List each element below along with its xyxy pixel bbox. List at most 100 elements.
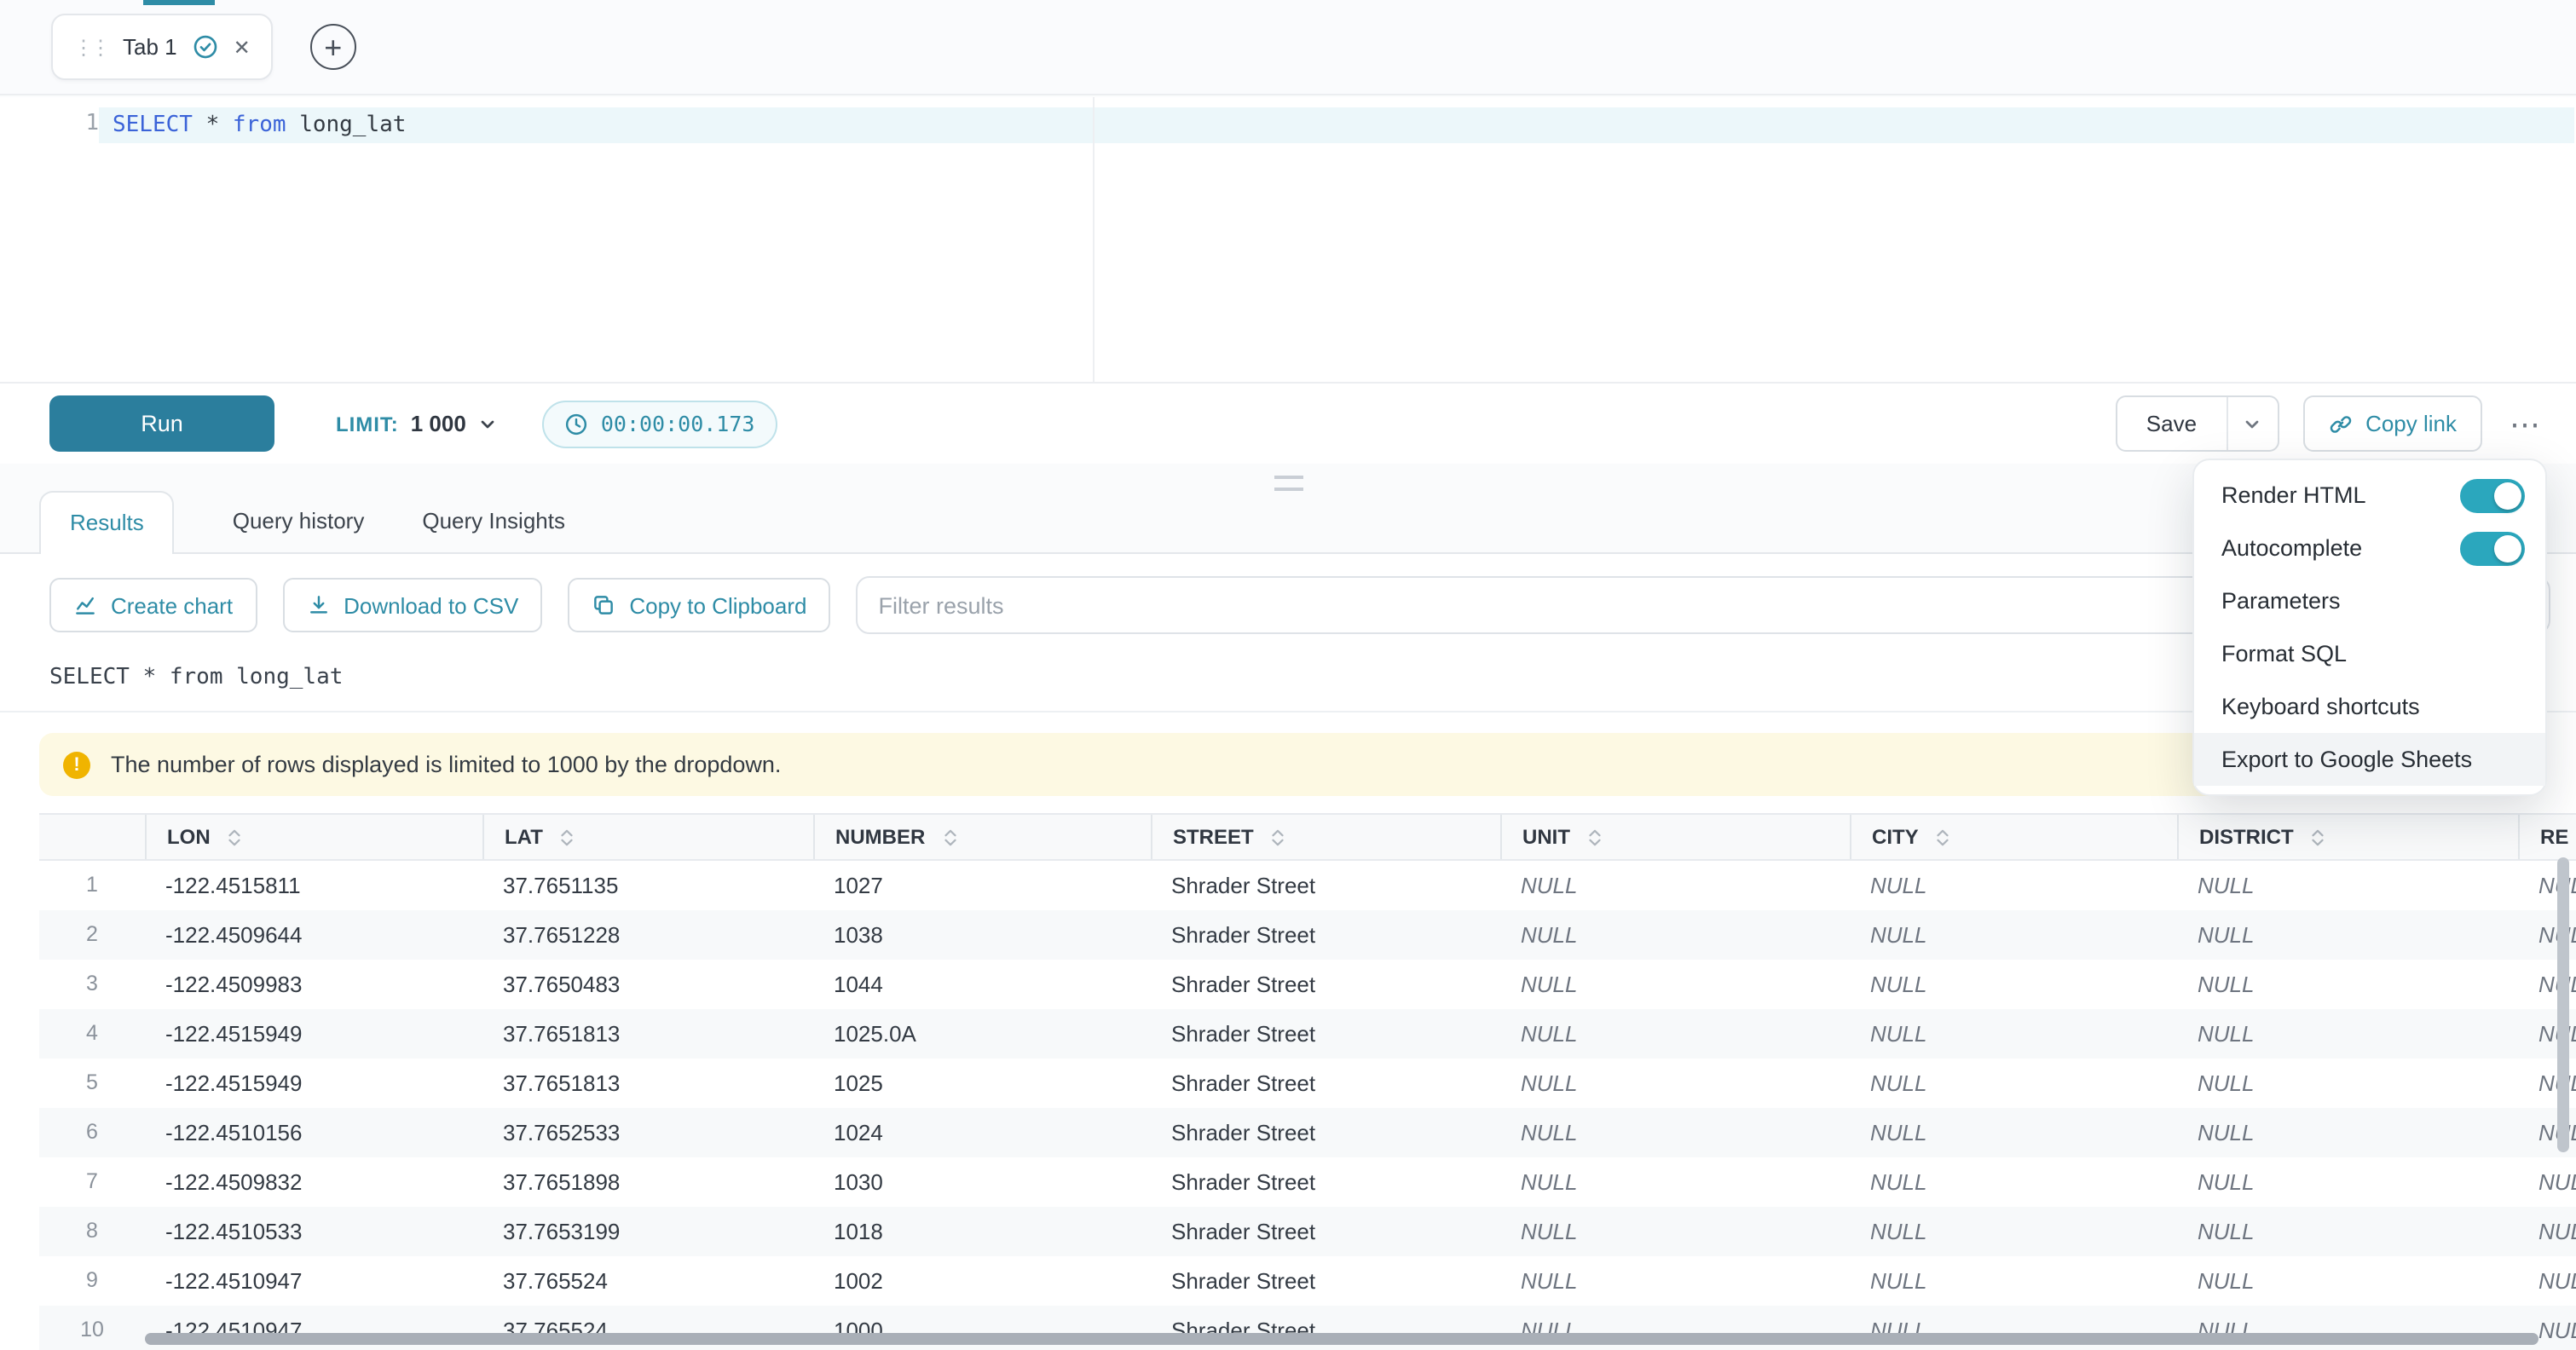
menu-item[interactable]: Keyboard shortcuts [2194, 680, 2545, 733]
table-cell[interactable]: Shrader Street [1151, 1256, 1500, 1306]
copy-link-button[interactable]: Copy link [2302, 395, 2482, 452]
table-cell[interactable]: 1025 [813, 1059, 1151, 1108]
table-cell[interactable]: NULL [1500, 1108, 1850, 1157]
table-cell[interactable]: NULL [1850, 910, 2177, 960]
menu-item[interactable]: Autocomplete [2194, 522, 2545, 574]
table-cell[interactable]: 37.7652533 [482, 1108, 813, 1157]
column-header-district[interactable]: DISTRICT [2177, 815, 2518, 859]
table-cell[interactable]: Shrader Street [1151, 910, 1500, 960]
column-header-city[interactable]: CITY [1850, 815, 2177, 859]
table-row[interactable]: 8-122.451053337.76531991018Shrader Stree… [39, 1207, 2576, 1256]
table-cell[interactable]: 1024 [813, 1108, 1151, 1157]
vertical-scrollbar[interactable] [2557, 857, 2569, 1152]
table-cell[interactable]: -122.4509983 [145, 960, 482, 1009]
table-cell[interactable]: Shrader Street [1151, 1157, 1500, 1207]
table-cell[interactable]: -122.4510947 [145, 1256, 482, 1306]
toggle-switch[interactable] [2460, 531, 2525, 565]
tab-query-history[interactable]: Query history [233, 508, 365, 552]
table-cell[interactable]: Shrader Street [1151, 1207, 1500, 1256]
table-cell[interactable]: 37.7651135 [482, 861, 813, 910]
table-cell[interactable]: -122.4509832 [145, 1157, 482, 1207]
table-cell[interactable]: NULL [1500, 1256, 1850, 1306]
table-cell[interactable]: NULL [2177, 910, 2518, 960]
table-row[interactable]: 2-122.450964437.76512281038Shrader Stree… [39, 910, 2576, 960]
table-row[interactable]: 6-122.451015637.76525331024Shrader Stree… [39, 1108, 2576, 1157]
table-cell[interactable]: NULL [2177, 1157, 2518, 1207]
table-cell[interactable]: NULL [1500, 1157, 1850, 1207]
add-tab-button[interactable]: + [310, 24, 356, 70]
table-cell[interactable]: 37.7651228 [482, 910, 813, 960]
drag-handle-icon[interactable]: ⋮⋮ [73, 37, 107, 57]
table-cell[interactable]: 1027 [813, 861, 1151, 910]
table-cell[interactable]: NULL [1500, 910, 1850, 960]
sort-icon[interactable] [1585, 828, 1604, 846]
table-cell[interactable]: -122.4515949 [145, 1059, 482, 1108]
table-cell[interactable]: 37.7653199 [482, 1207, 813, 1256]
table-row[interactable]: 4-122.451594937.76518131025.0AShrader St… [39, 1009, 2576, 1059]
column-header-street[interactable]: STREET [1151, 815, 1500, 859]
table-row[interactable]: 7-122.450983237.76518981030Shrader Stree… [39, 1157, 2576, 1207]
table-cell[interactable]: NULL [2177, 861, 2518, 910]
table-row[interactable]: 1-122.451581137.76511351027Shrader Stree… [39, 861, 2576, 910]
table-cell[interactable]: NULL [1850, 861, 2177, 910]
table-cell[interactable]: NULL [1850, 1059, 2177, 1108]
table-cell[interactable]: 37.7651813 [482, 1059, 813, 1108]
table-cell[interactable]: 1002 [813, 1256, 1151, 1306]
save-options-button[interactable] [2226, 397, 2277, 450]
table-cell[interactable]: NULL [1850, 1207, 2177, 1256]
table-cell[interactable]: NULL [2177, 1108, 2518, 1157]
table-cell[interactable]: NULL [1500, 1059, 1850, 1108]
table-cell[interactable]: Shrader Street [1151, 1009, 1500, 1059]
sort-icon[interactable] [558, 828, 577, 846]
tab-query-insights[interactable]: Query Insights [422, 508, 565, 552]
table-cell[interactable]: NULL [1850, 960, 2177, 1009]
resize-grip-handle[interactable] [1274, 476, 1302, 491]
table-cell[interactable]: NULL [2177, 960, 2518, 1009]
sql-code-line[interactable]: SELECT * from long_lat [113, 109, 406, 143]
create-chart-button[interactable]: Create chart [49, 578, 257, 632]
menu-item[interactable]: Parameters [2194, 574, 2545, 627]
more-options-button[interactable]: ⋯ [2510, 408, 2540, 439]
tab-results[interactable]: Results [39, 491, 175, 554]
table-cell[interactable]: Shrader Street [1151, 960, 1500, 1009]
table-cell[interactable]: 1025.0A [813, 1009, 1151, 1059]
copy-clipboard-button[interactable]: Copy to Clipboard [568, 578, 830, 632]
table-cell[interactable]: NULL [1850, 1256, 2177, 1306]
table-row[interactable]: 3-122.450998337.76504831044Shrader Stree… [39, 960, 2576, 1009]
table-cell[interactable]: 37.765524 [482, 1256, 813, 1306]
menu-item[interactable]: Export to Google Sheets [2194, 733, 2545, 786]
query-tab[interactable]: ⋮⋮ Tab 1 ✕ [51, 14, 273, 80]
table-cell[interactable]: 1044 [813, 960, 1151, 1009]
limit-dropdown[interactable]: LIMIT: 1 000 [336, 411, 499, 436]
horizontal-scrollbar[interactable] [145, 1333, 2538, 1345]
table-cell[interactable]: 1018 [813, 1207, 1151, 1256]
sort-icon[interactable] [226, 828, 245, 846]
table-cell[interactable]: 1038 [813, 910, 1151, 960]
sql-editor[interactable]: 1 SELECT * from long_lat [0, 97, 2576, 382]
table-cell[interactable]: NULL [1500, 861, 1850, 910]
table-cell[interactable]: NULL [2177, 1207, 2518, 1256]
download-csv-button[interactable]: Download to CSV [282, 578, 542, 632]
sort-icon[interactable] [1934, 828, 1953, 846]
table-row[interactable]: 9-122.451094737.7655241002Shrader Street… [39, 1256, 2576, 1306]
table-cell[interactable]: NULL [2177, 1256, 2518, 1306]
menu-item[interactable]: Format SQL [2194, 627, 2545, 680]
table-cell[interactable]: NULL [1500, 960, 1850, 1009]
table-cell[interactable]: Shrader Street [1151, 861, 1500, 910]
sort-icon[interactable] [940, 828, 959, 846]
toggle-switch[interactable] [2460, 478, 2525, 512]
column-header-unit[interactable]: UNIT [1500, 815, 1850, 859]
table-cell[interactable]: NULL [2177, 1009, 2518, 1059]
table-cell[interactable]: NULL [1500, 1009, 1850, 1059]
column-header-lat[interactable]: LAT [482, 815, 813, 859]
table-cell[interactable]: NULL [2177, 1059, 2518, 1108]
table-cell[interactable]: 37.7651898 [482, 1157, 813, 1207]
run-button[interactable]: Run [49, 395, 274, 452]
column-header-number[interactable]: NUMBER [813, 815, 1151, 859]
sort-icon[interactable] [2309, 828, 2328, 846]
column-header-re[interactable]: RE [2518, 815, 2576, 859]
column-header-lon[interactable]: LON [145, 815, 482, 859]
table-cell[interactable]: NULL [1850, 1009, 2177, 1059]
table-cell[interactable]: 37.7650483 [482, 960, 813, 1009]
table-cell[interactable]: NULL [1850, 1157, 2177, 1207]
